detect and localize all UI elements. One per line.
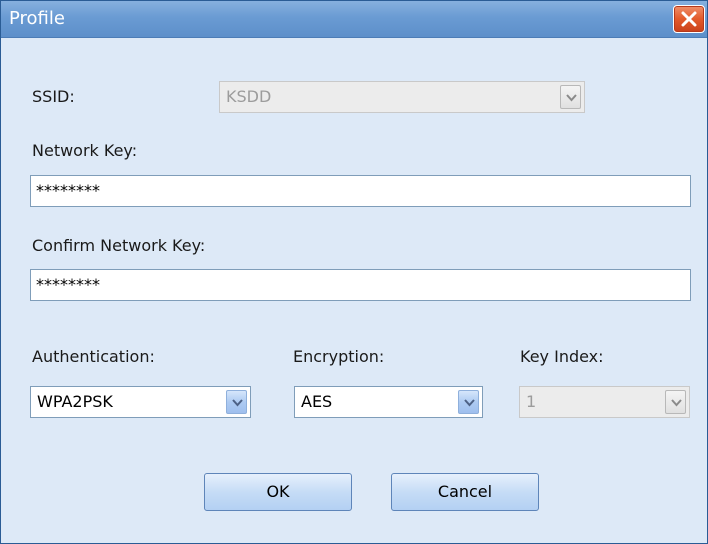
- ssid-select[interactable]: KSDD: [219, 81, 585, 113]
- chevron-down-icon: [464, 399, 475, 407]
- encryption-dropdown-button[interactable]: [458, 390, 479, 414]
- authentication-value: WPA2PSK: [37, 392, 113, 411]
- network-key-field[interactable]: ********: [30, 175, 691, 207]
- title-bar[interactable]: Profile: [1, 1, 707, 38]
- ssid-value: KSDD: [226, 87, 272, 106]
- confirm-network-key-label: Confirm Network Key:: [32, 236, 206, 255]
- profile-dialog: Profile SSID: KSDD Network Key: ********…: [0, 0, 708, 544]
- encryption-label: Encryption:: [293, 347, 385, 366]
- chevron-down-icon: [232, 399, 243, 407]
- close-icon: [681, 11, 697, 27]
- ssid-label: SSID:: [32, 87, 75, 106]
- close-button[interactable]: [673, 5, 705, 33]
- chevron-down-icon: [566, 94, 577, 102]
- key-index-select[interactable]: 1: [519, 386, 690, 418]
- authentication-label: Authentication:: [32, 347, 155, 366]
- ok-button[interactable]: OK: [204, 473, 352, 511]
- authentication-select[interactable]: WPA2PSK: [30, 386, 251, 418]
- chevron-down-icon: [671, 399, 682, 407]
- confirm-network-key-field[interactable]: ********: [30, 269, 691, 301]
- encryption-select[interactable]: AES: [294, 386, 483, 418]
- ssid-dropdown-button[interactable]: [560, 85, 581, 109]
- key-index-label: Key Index:: [520, 347, 604, 366]
- cancel-button[interactable]: Cancel: [391, 473, 539, 511]
- network-key-label: Network Key:: [32, 141, 138, 160]
- key-index-dropdown-button[interactable]: [665, 390, 686, 414]
- window-title: Profile: [9, 8, 65, 29]
- key-index-value: 1: [526, 392, 537, 411]
- authentication-dropdown-button[interactable]: [226, 390, 247, 414]
- encryption-value: AES: [301, 392, 333, 411]
